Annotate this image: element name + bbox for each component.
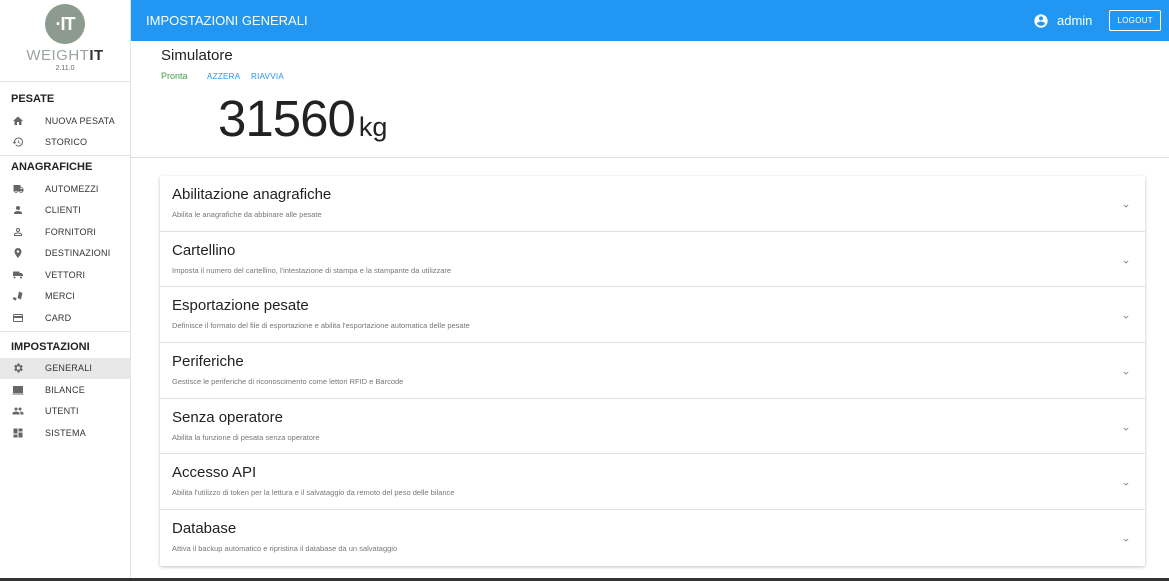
sidebar-item-utenti[interactable]: UTENTI (0, 401, 130, 423)
panel-title: Periferiche (172, 353, 244, 371)
card-icon (12, 312, 24, 324)
sidebar-item-label: MERCI (45, 291, 75, 302)
sidebar-item-label: CARD (45, 312, 72, 323)
sidebar-item-label: CLIENTI (45, 205, 81, 216)
sidebar-item-merci[interactable]: MERCI (0, 286, 130, 308)
chevron-down-icon (1121, 198, 1131, 208)
users-icon (12, 405, 24, 417)
brand-name: WEIGHTIT (0, 47, 130, 64)
section-anagrafiche: ANAGRAFICHE AUTOMEZZI CLIENTI FORNITORI … (0, 156, 130, 332)
sidebar-item-label: FORNITORI (45, 226, 97, 237)
sidebar-item-label: GENERALI (45, 363, 93, 374)
panel-senza-operatore[interactable]: Senza operatore Abilita la funzione di p… (160, 399, 1145, 455)
chevron-down-icon (1121, 476, 1131, 487)
section-impostazioni: IMPOSTAZIONI GENERALI BILANCE UTENTI SIS… (0, 336, 130, 444)
panel-title: Esportazione pesate (172, 297, 309, 315)
user-menu[interactable]: admin (1033, 13, 1092, 29)
sidebar-item-vettori[interactable]: VETTORI (0, 264, 130, 286)
panel-description: Imposta il numero del cartellino, l'inte… (172, 265, 452, 275)
chevron-down-icon (1121, 309, 1131, 320)
panel-title: Senza operatore (172, 408, 283, 426)
chevron-down-icon (1121, 254, 1131, 264)
panel-title: Database (172, 520, 237, 538)
sidebar-item-card[interactable]: CARD (0, 307, 130, 329)
section-pesate: PESATE NUOVA PESATA STORICO (0, 88, 130, 156)
grid-icon (12, 427, 24, 439)
panel-description: Abilita la funzione di pesata senza oper… (172, 432, 320, 442)
account-circle-icon (1034, 13, 1048, 28)
sidebar-item-label: VETTORI (45, 269, 86, 280)
scale-icon (12, 384, 24, 396)
panel-description: Definisce il formato del file di esporta… (172, 321, 470, 331)
panel-abilitazione-anagrafiche[interactable]: Abilitazione anagrafiche Abilita le anag… (160, 176, 1145, 232)
panel-title: Accesso API (172, 464, 257, 482)
panel-accesso-api[interactable]: Accesso API Abilita l'utilizzo di token … (160, 454, 1145, 511)
panel-title: Abilitazione anagrafiche (172, 186, 332, 203)
sidebar-item-nuova-pesata[interactable]: NUOVA PESATA (0, 110, 130, 132)
sidebar-item-automezzi[interactable]: AUTOMEZZI (0, 178, 130, 200)
sidebar-item-label: DESTINAZIONI (45, 248, 111, 259)
person-icon (12, 204, 24, 216)
weight-unit: kg (358, 112, 388, 142)
panel-description: Attiva il backup automatico e ripristina… (172, 544, 398, 554)
sidebar-item-label: AUTOMEZZI (45, 183, 99, 194)
goods-icon (12, 290, 24, 302)
brand-name-bold: IT (89, 47, 104, 64)
gear-icon (12, 362, 24, 374)
section-title: PESATE (11, 93, 55, 105)
simulator-title: Simulatore (161, 47, 233, 64)
sidebar-item-label: STORICO (45, 137, 88, 148)
panel-database[interactable]: Database Attiva il backup automatico e r… (160, 510, 1145, 566)
weight-value: 31560 (218, 90, 356, 147)
app-version: 2.11.0 (55, 65, 75, 72)
brand-name-light: WEIGHT (26, 47, 90, 64)
sidebar-item-label: UTENTI (45, 406, 79, 417)
panel-cartellino[interactable]: Cartellino Imposta il numero del cartell… (160, 232, 1145, 288)
page-title: IMPOSTAZIONI GENERALI (146, 13, 308, 28)
settings-panels: Abilitazione anagrafiche Abilita le anag… (160, 176, 1145, 566)
logo: ·IT (45, 4, 85, 44)
brand: ·IT WEIGHTIT 2.11.0 (0, 4, 130, 82)
location-pin-icon (12, 247, 24, 259)
history-icon (12, 136, 24, 148)
home-icon (12, 115, 24, 127)
truck-icon (12, 183, 24, 195)
sidebar-item-clienti[interactable]: CLIENTI (0, 200, 130, 222)
reset-button[interactable]: AZZERA (207, 72, 240, 81)
sidebar-item-sistema[interactable]: SISTEMA (0, 422, 130, 444)
restart-button[interactable]: RIAVVIA (251, 72, 284, 81)
panel-periferiche[interactable]: Periferiche Gestisce le periferiche di r… (160, 343, 1145, 399)
chevron-down-icon (1121, 532, 1131, 542)
sidebar-item-storico[interactable]: STORICO (0, 132, 130, 154)
logout-button[interactable]: LOGOUT (1109, 10, 1161, 31)
simulator: Simulatore Pronta AZZERA RIAVVIA 31560 kg (131, 41, 1169, 158)
panel-description: Abilita le anagrafiche da abbinare alle … (172, 210, 322, 219)
person-outline-icon (12, 226, 24, 238)
panel-title: Cartellino (172, 241, 236, 259)
carrier-icon (12, 269, 24, 281)
sidebar-item-bilance[interactable]: BILANCE (0, 379, 130, 401)
username: admin (1056, 13, 1093, 28)
top-bar: IMPOSTAZIONI GENERALI admin LOGOUT (131, 0, 1169, 41)
sidebar-item-label: BILANCE (45, 384, 85, 395)
sidebar-item-fornitori[interactable]: FORNITORI (0, 221, 130, 243)
sidebar-item-destinazioni[interactable]: DESTINAZIONI (0, 243, 130, 265)
sidebar-item-label: NUOVA PESATA (45, 115, 115, 126)
simulator-status: Pronta (161, 71, 188, 81)
section-title: IMPOSTAZIONI (11, 340, 90, 353)
section-title: ANAGRAFICHE (11, 161, 93, 173)
chevron-down-icon (1121, 421, 1131, 431)
sidebar-item-generali[interactable]: GENERALI (0, 357, 130, 379)
panel-description: Gestisce le periferiche di riconosciment… (172, 377, 404, 387)
sidebar: ·IT WEIGHTIT 2.11.0 PESATE NUOVA PESATA … (0, 0, 131, 581)
panel-esportazione-pesate[interactable]: Esportazione pesate Definisce il formato… (160, 287, 1145, 344)
panel-description: Abilita l'utilizzo di token per la lettu… (172, 488, 455, 498)
weight-display: 31560 kg (218, 91, 387, 155)
chevron-down-icon (1121, 365, 1131, 375)
sidebar-item-label: SISTEMA (45, 427, 86, 438)
